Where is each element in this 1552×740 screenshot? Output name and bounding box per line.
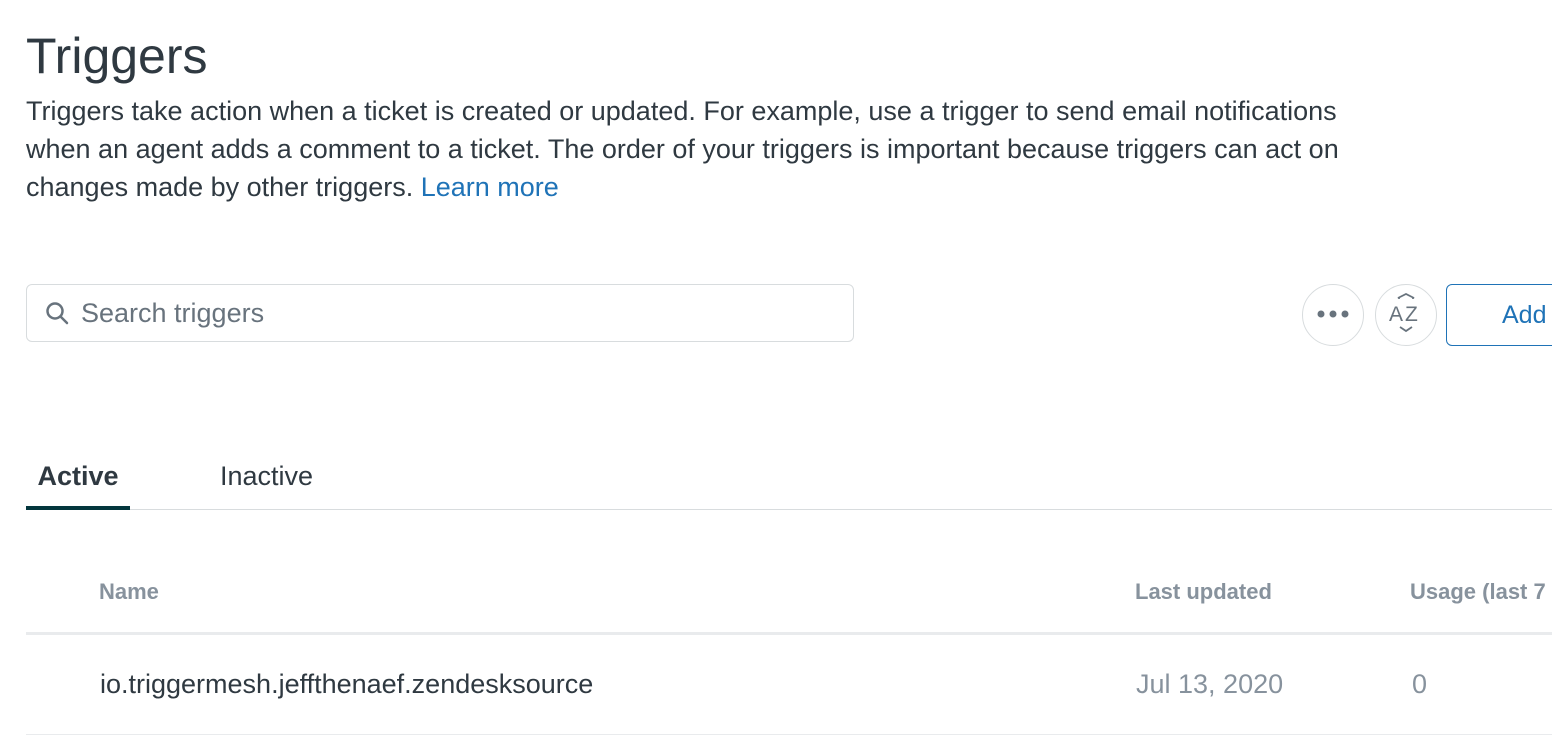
column-header-usage[interactable]: Usage (last 7 days) [1410, 576, 1552, 608]
trigger-last-updated: Jul 13, 2020 [1136, 669, 1284, 699]
tab-bar: Active Inactive [26, 440, 1552, 510]
table-row[interactable]: io.triggermesh.jeffthenaef.zendesksource… [26, 635, 1552, 735]
page-title: Triggers [26, 28, 208, 84]
triggers-page: Triggers Triggers take action when a tic… [0, 0, 1552, 740]
page-description: Triggers take action when a ticket is cr… [26, 92, 1386, 206]
tab-active[interactable]: Active [26, 440, 130, 510]
add-trigger-button[interactable]: Add [1446, 284, 1552, 346]
column-header-last-updated[interactable]: Last updated [1135, 576, 1272, 608]
more-options-button[interactable] [1302, 284, 1364, 346]
learn-more-link[interactable]: Learn more [421, 172, 559, 202]
trigger-name[interactable]: io.triggermesh.jeffthenaef.zendesksource [100, 667, 593, 701]
tab-inactive[interactable]: Inactive [220, 440, 313, 510]
description-text: Triggers take action when a ticket is cr… [26, 96, 1339, 202]
search-box[interactable] [26, 284, 854, 342]
ellipsis-icon [1316, 306, 1350, 324]
search-icon [43, 299, 71, 327]
svg-text:Z: Z [1405, 303, 1418, 326]
svg-text:A: A [1389, 303, 1403, 326]
sort-button[interactable]: A Z [1375, 284, 1437, 346]
trigger-usage: 0 [1412, 669, 1428, 699]
search-input[interactable] [81, 297, 781, 329]
sort-az-icon: A Z [1388, 292, 1424, 338]
column-header-name[interactable]: Name [99, 576, 159, 608]
